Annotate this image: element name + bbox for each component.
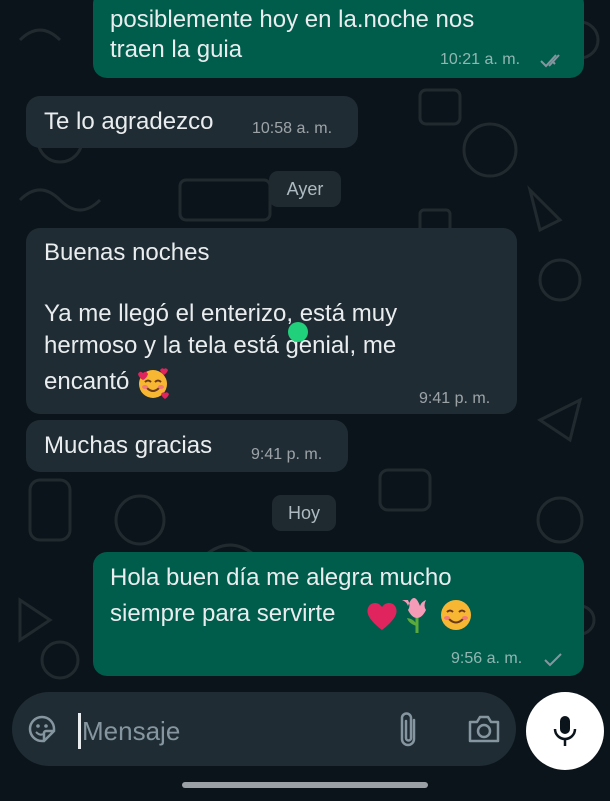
single-check-icon bbox=[544, 653, 562, 667]
message-timestamp: 9:56 a. m. bbox=[451, 650, 523, 667]
message-bubble-incoming[interactable]: Muchas gracias 9:41 p. m. bbox=[26, 420, 348, 472]
message-text-line: posiblemente hoy en la.noche nos bbox=[110, 6, 475, 33]
smiling-face-emoji bbox=[441, 600, 471, 630]
message-text-line: traen la guia bbox=[110, 36, 243, 63]
message-bubble-incoming[interactable]: Te lo agradezco 10:58 a. m. bbox=[26, 96, 358, 148]
message-text-line: Ya me llegó el enterizo, está muy bbox=[44, 300, 398, 327]
touch-indicator bbox=[288, 322, 308, 342]
message-text-line: Hola buen día me alegra mucho bbox=[110, 564, 452, 591]
message-text-line: Buenas noches bbox=[44, 239, 210, 266]
sticker-icon[interactable] bbox=[26, 713, 58, 745]
microphone-icon bbox=[553, 716, 577, 746]
home-indicator bbox=[182, 782, 428, 788]
message-text-line: encantó bbox=[44, 368, 130, 395]
tulip-emoji bbox=[402, 598, 426, 633]
message-timestamp: 9:41 p. m. bbox=[419, 390, 491, 407]
voice-message-button[interactable] bbox=[526, 692, 604, 770]
message-text-line: Te lo agradezco bbox=[44, 108, 214, 135]
message-text-line: Muchas gracias bbox=[44, 432, 213, 459]
double-check-icon bbox=[540, 54, 560, 68]
date-separator: Hoy bbox=[272, 495, 336, 531]
date-separator: Ayer bbox=[269, 171, 341, 207]
camera-icon[interactable] bbox=[466, 713, 502, 745]
message-bubble-outgoing[interactable]: posiblemente hoy en la.noche nos traen l… bbox=[93, 0, 584, 78]
paperclip-icon[interactable] bbox=[396, 710, 422, 750]
smiling-face-with-hearts-emoji bbox=[138, 368, 169, 399]
message-bubble-incoming[interactable]: Buenas noches Ya me llegó el enterizo, e… bbox=[26, 228, 517, 414]
message-timestamp: 10:58 a. m. bbox=[252, 120, 333, 137]
message-text-line: hermoso y la tela está genial, me bbox=[44, 332, 397, 359]
message-bubble-outgoing[interactable]: Hola buen día me alegra mucho siempre pa… bbox=[93, 552, 584, 676]
message-input[interactable] bbox=[80, 712, 374, 750]
message-timestamp: 10:21 a. m. bbox=[440, 51, 521, 68]
message-text-line: siempre para servirte bbox=[110, 600, 336, 627]
message-timestamp: 9:41 p. m. bbox=[251, 446, 323, 463]
red-heart-emoji bbox=[367, 602, 397, 630]
